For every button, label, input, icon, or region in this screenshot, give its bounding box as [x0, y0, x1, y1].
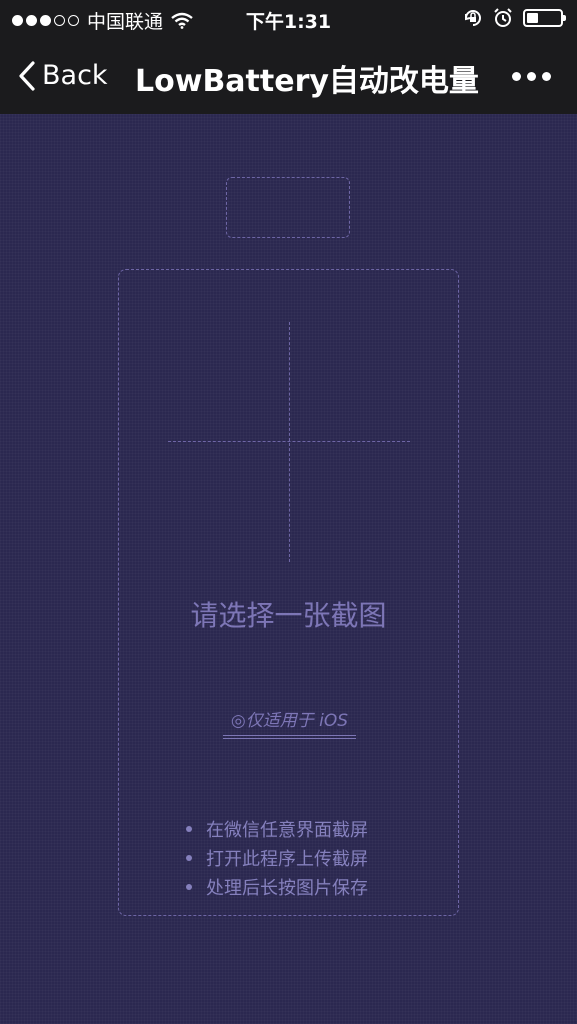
tip-text: 在微信任意界面截屏	[206, 819, 368, 841]
tip-text: 打开此程序上传截屏	[206, 848, 368, 870]
plus-icon-vertical	[289, 322, 290, 562]
instruction-list: 在微信任意界面截屏 打开此程序上传截屏 处理后长按图片保存	[186, 814, 368, 901]
ios-only-note: ◎仅适用于 iOS	[223, 706, 356, 739]
bullet-icon	[186, 883, 192, 890]
list-item: 打开此程序上传截屏	[186, 843, 368, 872]
select-screenshot-prompt[interactable]: 请选择一张截图	[0, 594, 577, 634]
list-item: 处理后长按图片保存	[186, 872, 368, 901]
more-button[interactable]	[512, 72, 551, 81]
plus-icon-horizontal	[168, 441, 410, 442]
page-title: LowBattery自动改电量	[135, 64, 479, 99]
back-button[interactable]: Back	[18, 60, 108, 91]
back-label: Back	[42, 60, 108, 91]
list-item: 在微信任意界面截屏	[186, 814, 368, 843]
status-right	[463, 8, 566, 28]
alarm-icon	[494, 8, 512, 27]
status-bar: 中国联通 下午1:31	[0, 0, 577, 38]
more-dot	[512, 72, 521, 81]
bullet-icon	[186, 854, 192, 861]
battery-icon	[523, 9, 566, 27]
bullet-icon	[186, 825, 192, 832]
more-dot	[527, 72, 536, 81]
battery-fill	[527, 13, 538, 23]
navigation-bar: Back LowBattery自动改电量	[0, 38, 577, 114]
chevron-left-icon	[19, 60, 35, 91]
rotation-lock-icon	[465, 10, 481, 26]
battery-cap-outline	[226, 177, 350, 238]
tip-text: 处理后长按图片保存	[206, 877, 368, 899]
more-dot	[542, 72, 551, 81]
main-content: 请选择一张截图 ◎仅适用于 iOS 在微信任意界面截屏 打开此程序上传截屏 处理…	[0, 114, 577, 1024]
